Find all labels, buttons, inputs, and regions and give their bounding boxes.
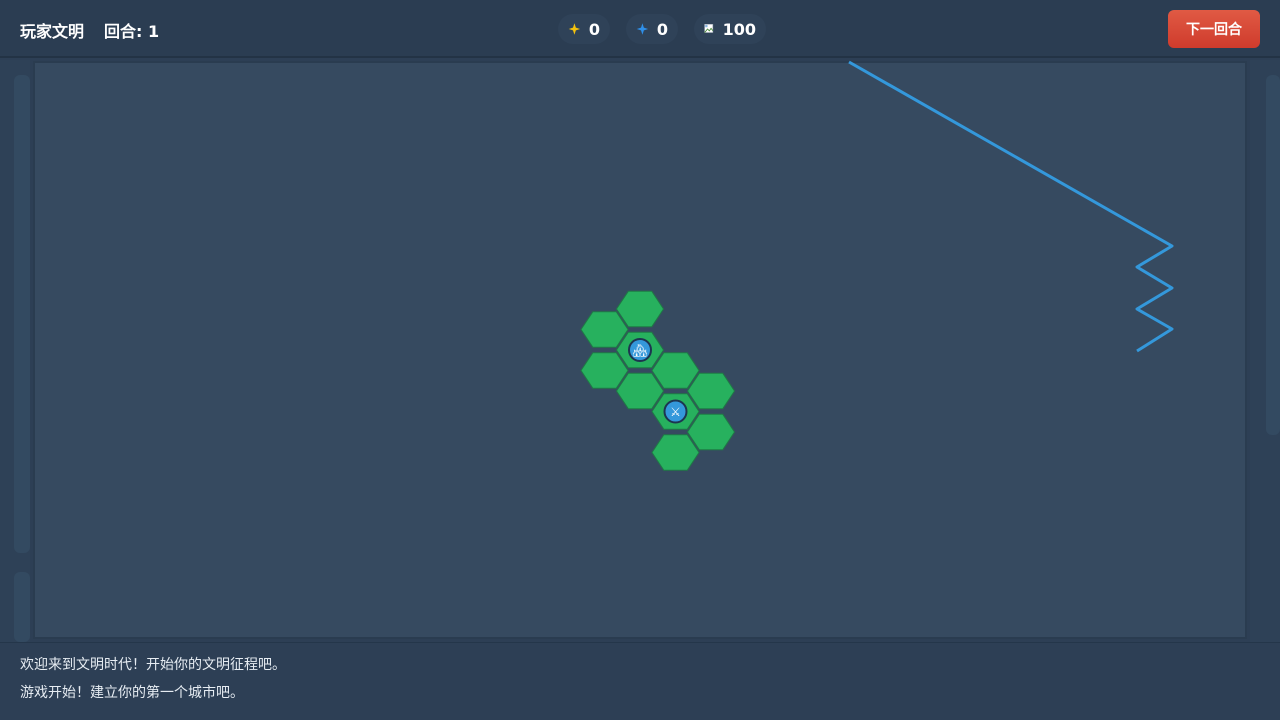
message-log: 欢迎来到文明时代！开始你的文明征程吧。 游戏开始！建立你的第一个城市吧。 [0,642,1280,720]
log-message: 游戏开始！建立你的第一个城市吧。 [20,685,244,701]
population-resource: 100 [694,14,766,44]
science-star-icon [636,23,649,35]
left-panel-tab[interactable] [14,75,30,553]
top-bar: 玩家文明 回合: 1 0 0 100 下一回合 [0,0,1280,58]
right-side-panel [1250,60,1280,642]
next-turn-button[interactable]: 下一回合 [1168,10,1260,48]
science-value: 0 [656,19,668,39]
left-panel-tab-lower[interactable] [14,572,30,642]
turn-counter: 回合: 1 [104,22,160,41]
log-message: 欢迎来到文明时代！开始你的文明征程吧。 [20,657,286,673]
civ-name: 玩家文明 [20,22,85,41]
gold-value: 0 [588,19,600,39]
right-panel-tab[interactable] [1266,75,1280,435]
left-side-panel [0,60,30,642]
gold-star-icon [568,23,581,35]
population-value: 100 [722,19,756,39]
city-icon: 🏘 [632,344,647,358]
broken-image-icon [704,23,714,33]
crossed-swords-icon: ⚔ [670,405,681,419]
city-unit[interactable]: 🏘 [628,338,652,362]
science-resource: 0 [626,14,678,44]
gold-resource: 0 [558,14,610,44]
warrior-unit[interactable]: ⚔ [663,399,688,424]
